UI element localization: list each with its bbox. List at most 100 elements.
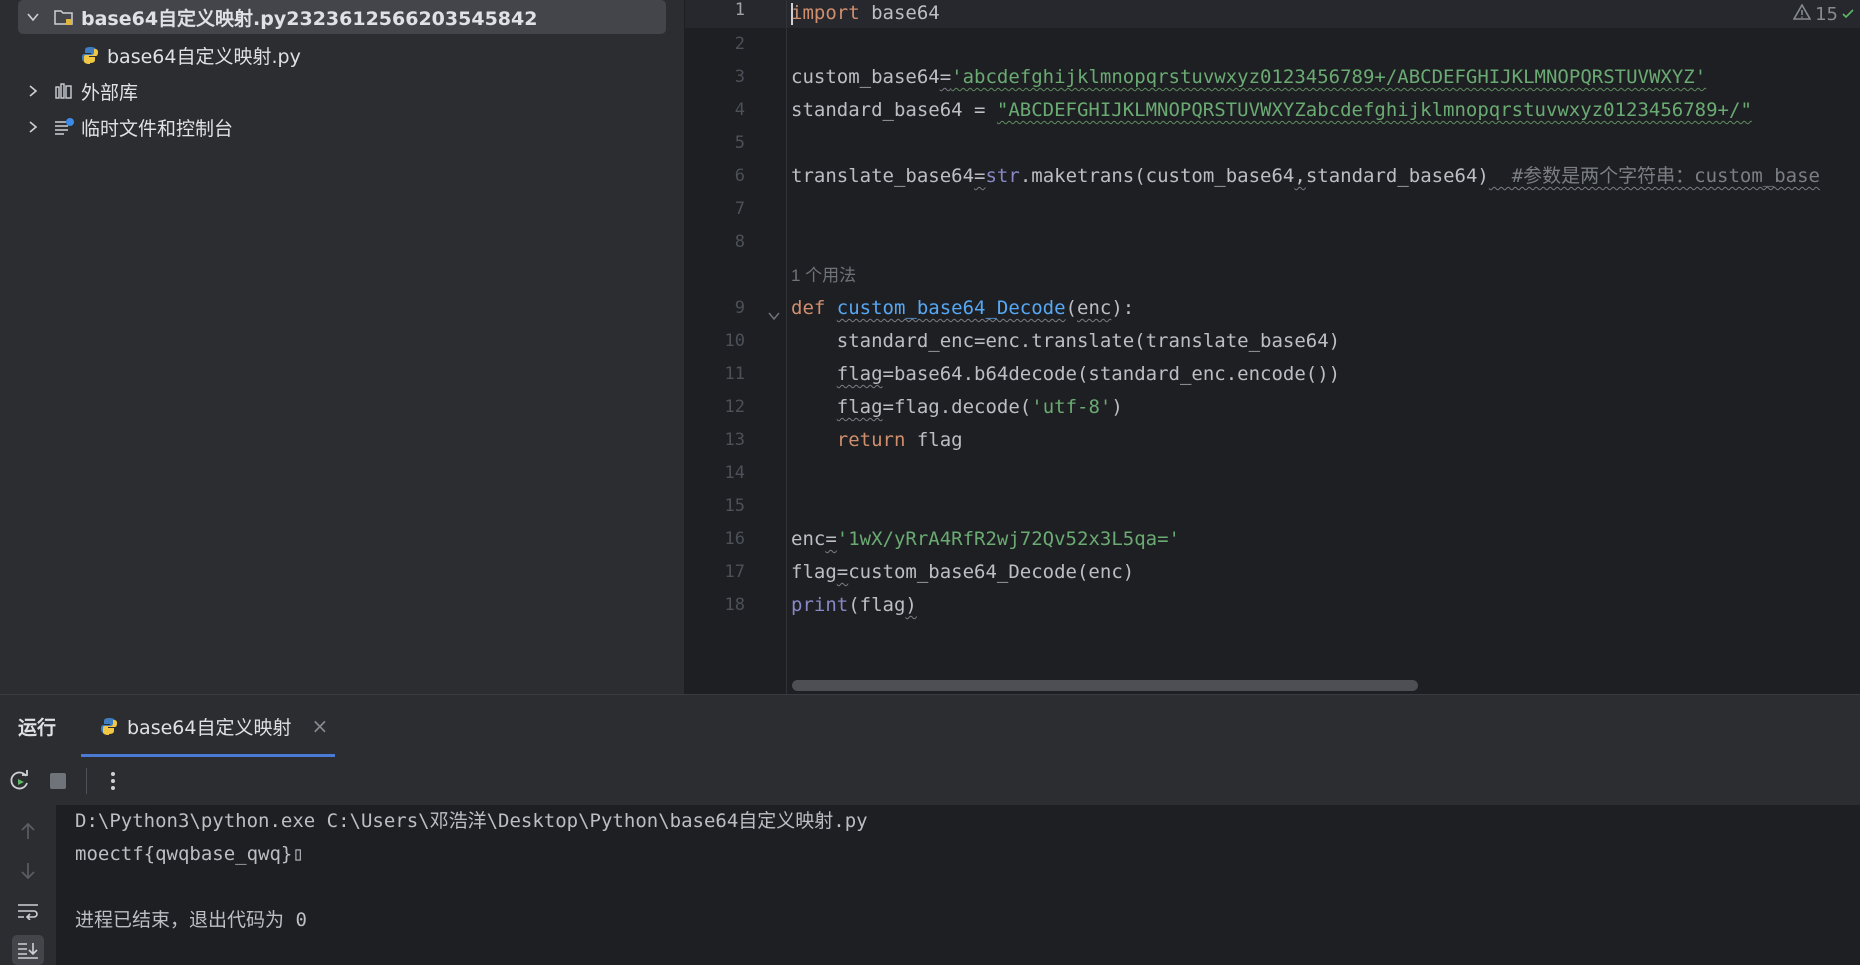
arrow-down-icon[interactable]: [14, 857, 42, 885]
code-text: =: [974, 165, 986, 187]
tree-item-scratches[interactable]: 临时文件和控制台: [22, 110, 233, 144]
more-options-icon[interactable]: [99, 767, 127, 795]
code-line-10[interactable]: standard_enc=enc.translate(translate_bas…: [791, 325, 1340, 358]
line-number: 16: [724, 529, 745, 549]
console-exit-message: 进程已结束，退出代码为 0: [75, 909, 307, 931]
tree-item-external-libraries[interactable]: 外部库: [22, 74, 138, 108]
code-text: =flag.decode(: [882, 396, 1032, 418]
code-line-9[interactable]: def custom_base64_Decode(enc):: [791, 292, 1134, 325]
code-text: ): [1111, 396, 1123, 418]
line-number: 8: [734, 232, 745, 252]
code-text: ): [905, 594, 917, 616]
run-panel-header: 运行 base64自定义映射 ×: [0, 695, 1860, 757]
console-program-output: moectf{qwqbase_qwq}▯: [75, 843, 304, 865]
line-number: 10: [724, 331, 745, 351]
code-text: flag: [836, 396, 883, 418]
problems-indicator[interactable]: 15: [1792, 0, 1860, 28]
comment: #参数是两个字符串：custom_base: [1488, 165, 1820, 187]
tree-item-file[interactable]: base64自定义映射.py: [78, 38, 301, 72]
code-text: (: [1065, 297, 1077, 319]
toolbar-divider: [86, 768, 87, 794]
code-text: =base64.b64decode(standard_enc.encode()): [882, 363, 1341, 385]
check-icon: [1842, 4, 1854, 25]
scratches-label: 临时文件和控制台: [81, 117, 234, 140]
code-line-11[interactable]: flag=base64.b64decode(standard_enc.encod…: [791, 358, 1340, 391]
line-number: 1: [734, 0, 745, 20]
chevron-right-icon[interactable]: [22, 84, 44, 98]
code-text: standard_enc=enc.translate(translate_bas…: [836, 330, 1341, 352]
builtin: print: [791, 594, 849, 616]
code-line-18[interactable]: print(flag): [791, 589, 917, 622]
run-toolbar: [0, 757, 1860, 806]
builtin: str: [985, 165, 1020, 187]
run-panel-title: 运行: [18, 717, 57, 739]
fold-chevron-icon[interactable]: [767, 307, 781, 326]
line-number: 5: [734, 133, 745, 153]
line-number: 7: [734, 199, 745, 219]
line-number: 11: [724, 364, 745, 384]
soft-wrap-icon[interactable]: [14, 897, 42, 925]
chevron-right-icon[interactable]: [22, 120, 44, 134]
line-number: 14: [724, 463, 745, 483]
tree-item-project-root[interactable]: base64自定义映射.py2323612566203545842: [18, 0, 666, 34]
stop-icon[interactable]: [44, 767, 72, 795]
keyword: return: [836, 429, 906, 451]
usage-hint[interactable]: 1 个用法: [791, 259, 856, 292]
code-text: custom_base64: [791, 66, 940, 88]
code-text: (flag: [848, 594, 906, 616]
function-name: custom_base64_Decode: [836, 297, 1066, 319]
warning-icon: [1792, 2, 1812, 25]
problems-count: 15: [1815, 3, 1838, 25]
code-text: ,: [1294, 165, 1306, 187]
line-number-gutter: 1 2 3 4 5 6 7 8 9 10 11 12 13 14 15 16 1…: [685, 0, 787, 694]
line-number: 13: [724, 430, 745, 450]
scratches-icon: [52, 115, 76, 139]
console-command-line: D:\Python3\python.exe C:\Users\邓浩洋\Deskt…: [75, 810, 868, 832]
close-icon[interactable]: ×: [311, 714, 328, 738]
line-number: 6: [734, 166, 745, 186]
string-literal: 'utf-8': [1031, 396, 1112, 418]
code-text: flag: [836, 363, 883, 385]
line-number: 18: [724, 595, 745, 615]
code-text: flag: [905, 429, 963, 451]
code-editor[interactable]: 1 2 3 4 5 6 7 8 9 10 11 12 13 14 15 16 1…: [685, 0, 1860, 694]
code-line-6[interactable]: translate_base64=str.maketrans(custom_ba…: [791, 160, 1820, 193]
scroll-to-end-icon[interactable]: [12, 935, 44, 965]
string-literal: '1wX/yRrA4RfR2wj72Qv52x3L5qa=': [836, 528, 1180, 550]
code-line-17[interactable]: flag=custom_base64_Decode(enc): [791, 556, 1134, 589]
line-number: 2: [734, 34, 745, 54]
code-line-3[interactable]: custom_base64='abcdefghijklmnopqrstuvwxy…: [791, 61, 1706, 94]
chevron-down-icon[interactable]: [22, 10, 44, 24]
code-area[interactable]: import base64 custom_base64='abcdefghijk…: [791, 0, 1860, 694]
code-text: custom_base64_Decode(enc): [848, 561, 1135, 583]
code-line-4[interactable]: standard_base64 = "ABCDEFGHIJKLMNOPQRSTU…: [791, 94, 1752, 127]
code-text: ):: [1111, 297, 1135, 319]
code-text: =: [939, 66, 952, 88]
line-number: 4: [734, 100, 745, 120]
code-text: base64: [859, 2, 940, 24]
code-text: =: [825, 528, 837, 550]
line-number: 17: [724, 562, 745, 582]
keyword: import: [791, 2, 860, 24]
code-line-1[interactable]: import base64: [791, 0, 940, 30]
arrow-up-icon[interactable]: [14, 817, 42, 845]
project-tree: base64自定义映射.py2323612566203545842 base64…: [0, 0, 685, 694]
code-text: flag: [791, 561, 837, 583]
gutter-divider: [786, 0, 787, 694]
string-literal: 'abcdefghijklmnopqrstuvwxyz0123456789+/A…: [951, 66, 1707, 88]
code-text: enc: [791, 528, 826, 550]
rerun-icon[interactable]: [6, 767, 34, 795]
horizontal-scrollbar[interactable]: [792, 680, 1418, 691]
code-line-13[interactable]: return flag: [791, 424, 963, 457]
line-number: 12: [724, 397, 745, 417]
line-number: 3: [734, 67, 745, 87]
line-number: 15: [724, 496, 745, 516]
run-config-tab[interactable]: base64自定义映射 ×: [81, 695, 335, 757]
code-line-12[interactable]: flag=flag.decode('utf-8'): [791, 391, 1123, 424]
code-line-16[interactable]: enc='1wX/yRrA4RfR2wj72Qv52x3L5qa=': [791, 523, 1180, 556]
console-output[interactable]: D:\Python3\python.exe C:\Users\邓浩洋\Deskt…: [75, 805, 1860, 965]
console-side-toolbar: [0, 805, 56, 965]
code-text: =: [836, 561, 849, 583]
